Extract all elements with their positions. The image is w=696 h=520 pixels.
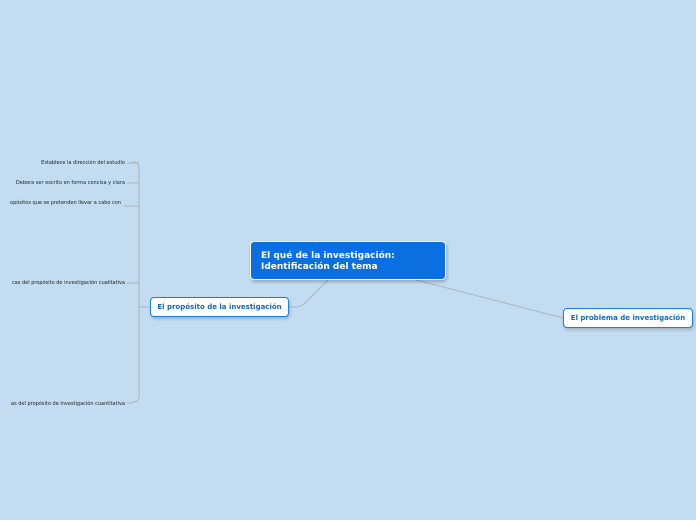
central-topic-line2: Identificación del tema — [261, 262, 378, 272]
connector-central-to-proposito — [289, 279, 329, 308]
subtopic-forma-concisa[interactable]: Debera ser escrito en forma concisa y cl… — [16, 180, 125, 186]
connector-subtopic-bracket — [132, 161, 140, 403]
topic-proposito[interactable]: El propósito de la investigación — [150, 297, 289, 317]
subtopic-propositos[interactable]: opósitos que se pretenden llevar a cabo … — [10, 200, 121, 206]
topic-problema[interactable]: El problema de investigación — [563, 308, 693, 328]
central-topic[interactable]: El qué de la investigación: Identificaci… — [250, 241, 446, 280]
connector-central-to-problema — [415, 279, 564, 319]
subtopic-direccion[interactable]: Establece la dirección del estudio — [41, 160, 125, 166]
central-topic-line1: El qué de la investigación: — [261, 251, 395, 261]
subtopic-cuantitativa[interactable]: as del propósito de investigación cuanti… — [11, 401, 125, 407]
subtopic-cualitativa[interactable]: cas del propósito de investigación cuali… — [12, 280, 125, 286]
